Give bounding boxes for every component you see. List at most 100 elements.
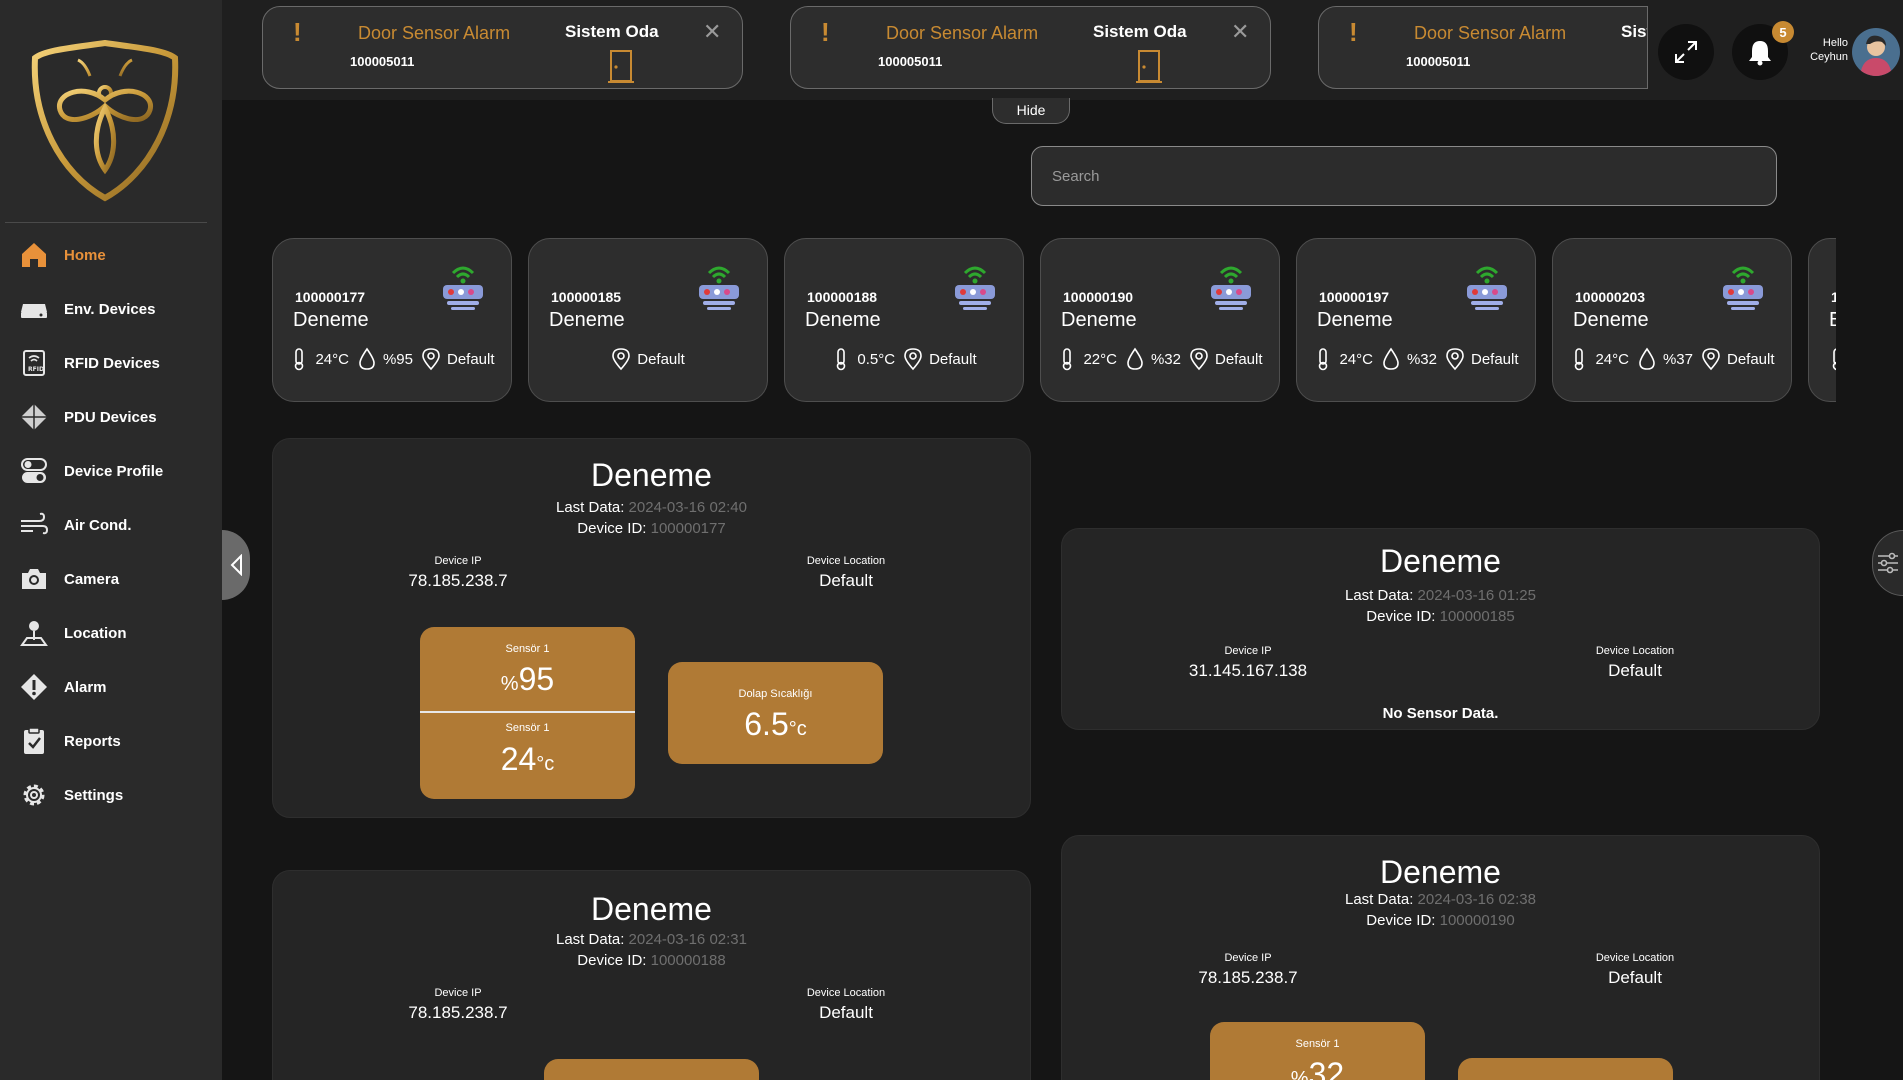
user-name: Ceyhun	[1810, 51, 1848, 63]
device-id-line: Device ID: 100000185	[1062, 608, 1819, 625]
last-data-line: Last Data: 2024-03-16 02:40	[273, 499, 1030, 516]
device-temperature: 0.5°C	[857, 350, 896, 368]
device-card[interactable]: 100000188 Deneme 0.5°C Default	[784, 238, 1024, 402]
sensor-label: Sensör 1	[1295, 1038, 1340, 1050]
device-id-label: Device ID:	[1366, 912, 1436, 929]
device-id-label: Device ID:	[577, 520, 647, 537]
sidebar-item-reports[interactable]: Reports	[0, 714, 222, 768]
device-meta: 0.5°C Default	[785, 347, 1023, 371]
wind-icon	[18, 509, 50, 541]
device-card[interactable]: 100000190 Deneme 22°C %32 Default	[1040, 238, 1280, 402]
last-data-value: 2024-03-16 01:25	[1417, 587, 1536, 604]
alarm-device-id: 100005011	[350, 54, 415, 69]
last-data-label: Last Data:	[556, 499, 625, 516]
env-device-icon	[18, 293, 50, 325]
sensor-device-icon	[955, 266, 995, 310]
sensor-tile[interactable]	[1458, 1058, 1673, 1080]
device-temperature: 24°C	[1595, 350, 1629, 368]
filter-panel-tab[interactable]	[1872, 530, 1903, 596]
sidebar-item-camera[interactable]: Camera	[0, 552, 222, 606]
device-location-label: Device Location	[806, 987, 886, 999]
thermometer-icon	[1832, 348, 1836, 371]
warning-icon: !	[1349, 17, 1358, 47]
alarm-card[interactable]: ! Door Sensor Alarm Sistem Oda 100005011…	[262, 6, 743, 89]
home-icon	[18, 239, 50, 271]
alarm-device-id: 100005011	[878, 54, 943, 69]
sensor-device-icon	[699, 266, 739, 310]
device-meta: 24°C %37 Default	[1553, 347, 1791, 371]
clipboard-icon	[18, 725, 50, 757]
warning-icon: !	[821, 17, 830, 47]
hide-alarms-button[interactable]: Hide	[992, 98, 1070, 124]
sidebar-item-device-profile[interactable]: Device Profile	[0, 444, 222, 498]
map-pin-icon	[1702, 348, 1720, 371]
device-card[interactable]: 100000197 Deneme 24°C %32 Default	[1296, 238, 1536, 402]
sensor-tile[interactable]	[544, 1059, 759, 1080]
sidebar-item-alarm[interactable]: Alarm	[0, 660, 222, 714]
device-card[interactable]: 1 E	[1808, 238, 1836, 402]
avatar[interactable]	[1852, 28, 1900, 76]
sliders-icon	[1878, 552, 1898, 574]
sidebar-nav: Home Env. Devices RFID RFID Devices PDU …	[0, 228, 222, 822]
search-input[interactable]	[1031, 146, 1777, 206]
sensor-device-icon	[1211, 266, 1251, 310]
sensor-device-icon	[1467, 266, 1507, 310]
map-pin-icon	[1446, 348, 1464, 371]
detail-title: Deneme	[1380, 543, 1501, 579]
sidebar-item-label: Location	[64, 624, 127, 642]
device-location-value: Default	[1608, 968, 1662, 987]
collapse-sidebar-tab[interactable]	[222, 530, 250, 600]
device-location: Default	[447, 350, 495, 368]
sensor-label: Sensör 1	[505, 643, 550, 655]
device-id-line: Device ID: 100000177	[273, 520, 1030, 537]
sidebar-item-air-cond[interactable]: Air Cond.	[0, 498, 222, 552]
fullscreen-button[interactable]	[1658, 24, 1714, 80]
bell-icon	[1749, 41, 1771, 66]
alarm-title: Door Sensor Alarm	[358, 23, 511, 43]
camera-icon	[18, 563, 50, 595]
sidebar: Home Env. Devices RFID RFID Devices PDU …	[0, 0, 222, 1080]
map-pin-icon	[904, 348, 922, 371]
sidebar-item-env-devices[interactable]: Env. Devices	[0, 282, 222, 336]
map-pin-icon	[1190, 348, 1208, 371]
alarm-card[interactable]: ! Door Sensor Alarm Sist 100005011	[1318, 6, 1648, 89]
close-icon[interactable]: ✕	[703, 19, 721, 45]
sidebar-item-home[interactable]: Home	[0, 228, 222, 282]
device-humidity: %32	[1406, 350, 1437, 368]
sensor-value: 6.5°c	[744, 706, 807, 742]
sidebar-item-settings[interactable]: Settings	[0, 768, 222, 822]
chevron-left-icon	[230, 554, 242, 576]
thermometer-icon	[1319, 348, 1328, 371]
device-id-value: 100000177	[650, 520, 726, 537]
thermometer-icon	[1063, 348, 1072, 371]
last-data-value: 2024-03-16 02:38	[1417, 891, 1536, 908]
sensor-tile[interactable]: Dolap Sıcaklığı 6.5°c	[668, 662, 883, 764]
device-card[interactable]: 100000185 Deneme Default	[528, 238, 768, 402]
thermometer-icon	[295, 348, 304, 371]
sensor-tile-combined[interactable]: Sensör 1 %95 Sensör 1 24°c	[420, 627, 635, 799]
alarm-device-id: 100005011	[1406, 54, 1471, 69]
sensor-device-icon	[443, 266, 483, 310]
device-location-value: Default	[819, 1003, 873, 1022]
device-name: Deneme	[805, 309, 881, 331]
expand-icon	[1675, 41, 1697, 63]
hello-text: Hello	[1822, 37, 1848, 49]
sidebar-item-label: Home	[64, 246, 106, 264]
close-icon[interactable]: ✕	[1231, 19, 1249, 45]
device-id-line: Device ID: 100000190	[1062, 912, 1819, 929]
alarm-card[interactable]: ! Door Sensor Alarm Sistem Oda 100005011…	[790, 6, 1271, 89]
device-id: 100000185	[551, 289, 622, 305]
sidebar-item-location[interactable]: Location	[0, 606, 222, 660]
alarm-location: Sistem Oda	[565, 22, 659, 41]
device-location-value: Default	[819, 571, 873, 590]
sidebar-item-label: Device Profile	[64, 462, 164, 480]
sidebar-item-label: Air Cond.	[64, 516, 132, 534]
sidebar-item-rfid-devices[interactable]: RFID RFID Devices	[0, 336, 222, 390]
map-pin-icon	[612, 348, 631, 371]
device-detail-card: Deneme Last Data: 2024-03-16 02:31 Devic…	[272, 870, 1031, 1080]
device-card[interactable]: 100000203 Deneme 24°C %37 Default	[1552, 238, 1792, 402]
device-card[interactable]: 100000177 Deneme 24°C %95 Default	[272, 238, 512, 402]
sensor-tile[interactable]: Sensör 1 %32	[1210, 1022, 1425, 1080]
user-greeting: Hello Ceyhun	[1804, 36, 1848, 64]
sidebar-item-pdu-devices[interactable]: PDU Devices	[0, 390, 222, 444]
